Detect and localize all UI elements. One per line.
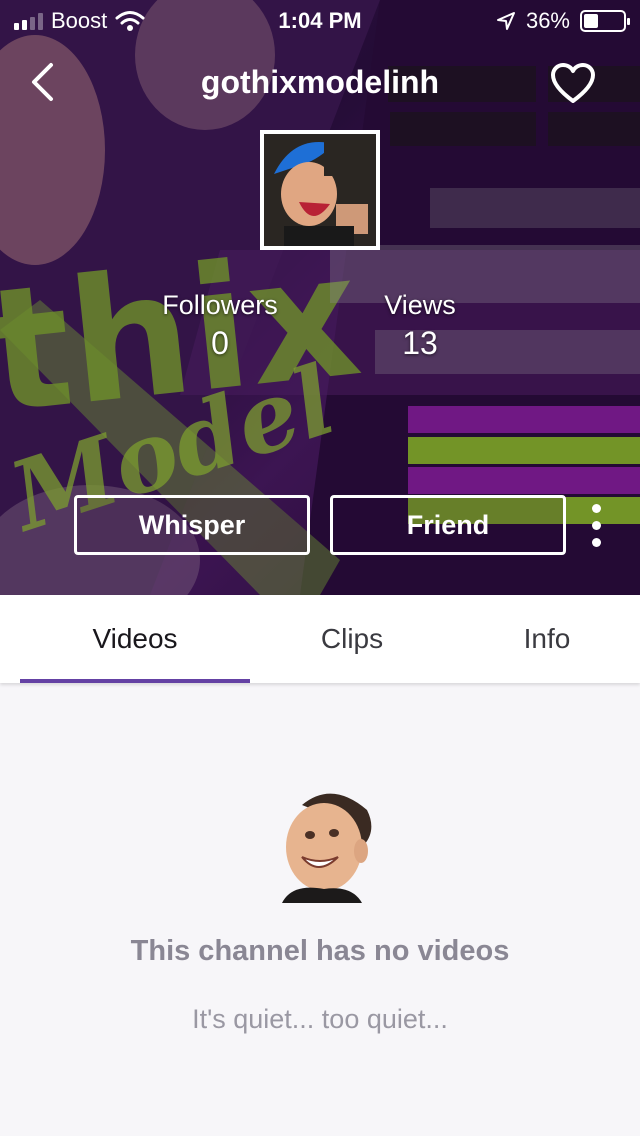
- heart-icon: [551, 63, 595, 103]
- location-arrow-icon: [496, 12, 515, 30]
- whisper-button[interactable]: Whisper: [74, 495, 310, 555]
- empty-state-illustration: [282, 793, 372, 903]
- views-count: 13: [402, 325, 438, 361]
- active-tab-indicator: [20, 679, 250, 683]
- followers-stat: Followers 0: [120, 290, 320, 362]
- battery-icon: [580, 10, 630, 32]
- views-stat: Views 13: [320, 290, 520, 362]
- more-vertical-icon: [591, 503, 601, 513]
- battery-percent: 36%: [525, 8, 570, 33]
- views-label: Views: [384, 290, 456, 320]
- channel-name: gothixmodelinh: [200, 64, 440, 100]
- more-options-button[interactable]: [582, 500, 610, 550]
- avatar-image: [264, 134, 376, 246]
- followers-label: Followers: [162, 290, 278, 320]
- channel-avatar: [260, 130, 380, 250]
- tab-info[interactable]: Info: [462, 595, 632, 683]
- followers-count: 0: [211, 325, 229, 361]
- follow-button[interactable]: [548, 58, 598, 108]
- tab-clips[interactable]: Clips: [242, 595, 462, 683]
- battery-group: 36%: [496, 8, 630, 34]
- tab-videos[interactable]: Videos: [20, 595, 250, 683]
- friend-button[interactable]: Friend: [330, 495, 566, 555]
- status-bar: Boost 1:04 PM 36%: [0, 0, 640, 40]
- empty-state-subtitle: It's quiet... too quiet...: [192, 1004, 448, 1034]
- empty-state-title: This channel has no videos: [130, 935, 510, 967]
- tab-bar: Videos Clips Info: [0, 595, 640, 683]
- channel-header: thix Model Boost 1:04 PM 36% gothixmodel…: [0, 0, 640, 595]
